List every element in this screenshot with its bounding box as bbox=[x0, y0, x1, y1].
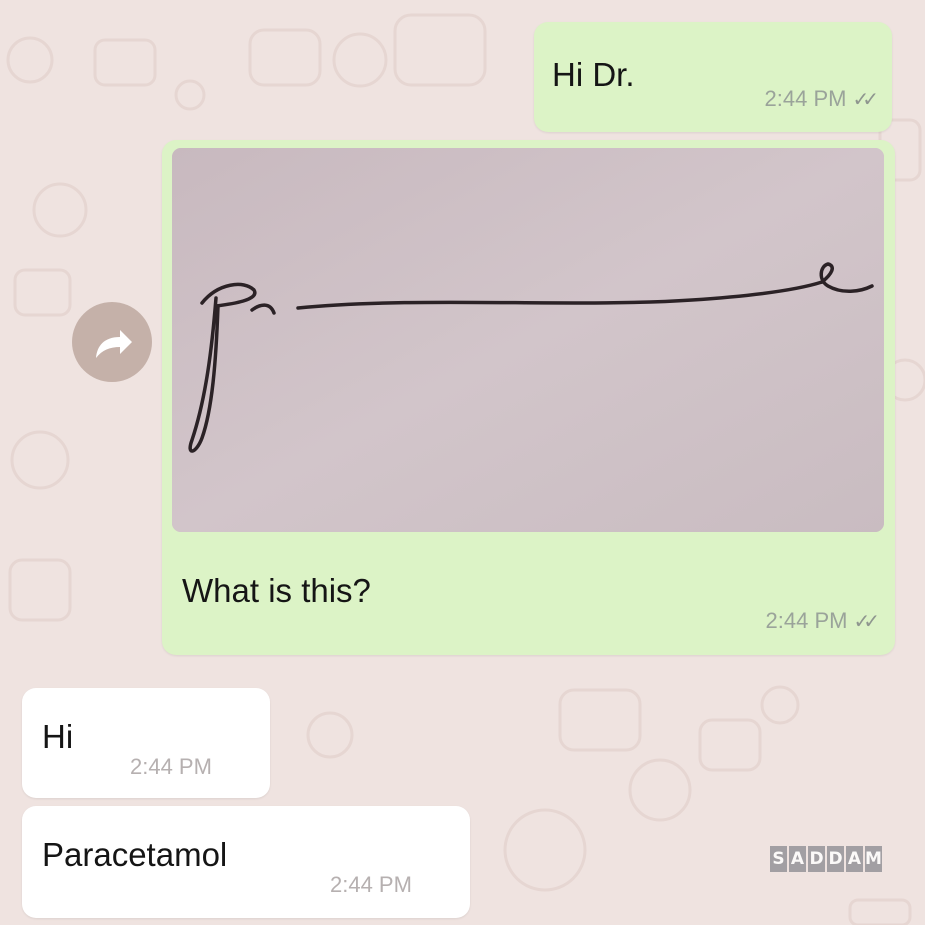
message-text: Paracetamol bbox=[42, 836, 228, 873]
message-bubble-hi-dr[interactable]: Hi Dr. 2:44 PM ✓✓ bbox=[534, 22, 892, 132]
watermark-letter: A bbox=[789, 846, 806, 872]
read-ticks-icon: ✓✓ bbox=[852, 89, 878, 111]
image-caption: What is this? bbox=[182, 572, 371, 609]
message-text: Hi Dr. bbox=[552, 56, 635, 93]
watermark-logo: S A D D A M bbox=[770, 846, 882, 872]
watermark-letter: D bbox=[827, 846, 844, 872]
message-bubble-hi[interactable]: Hi 2:44 PM bbox=[22, 688, 270, 798]
watermark-letter: M bbox=[865, 846, 882, 872]
signature-photo[interactable] bbox=[172, 148, 884, 532]
message-time: 2:44 PM ✓✓ bbox=[765, 608, 880, 633]
message-time: 2:44 PM bbox=[330, 872, 412, 897]
forward-button[interactable] bbox=[72, 302, 152, 382]
message-bubble-paracetamol[interactable]: Paracetamol 2:44 PM bbox=[22, 806, 470, 918]
watermark-letter: S bbox=[770, 846, 787, 872]
message-text: Hi bbox=[42, 718, 74, 755]
forward-arrow-icon bbox=[96, 330, 132, 358]
message-time: 2:44 PM bbox=[130, 754, 212, 779]
message-bubble-image[interactable]: What is this? 2:44 PM ✓✓ bbox=[162, 140, 895, 655]
watermark-letter: A bbox=[846, 846, 863, 872]
message-time: 2:44 PM ✓✓ bbox=[764, 86, 879, 111]
handwritten-signature bbox=[172, 148, 884, 532]
read-ticks-icon: ✓✓ bbox=[853, 611, 879, 633]
watermark-letter: D bbox=[808, 846, 825, 872]
